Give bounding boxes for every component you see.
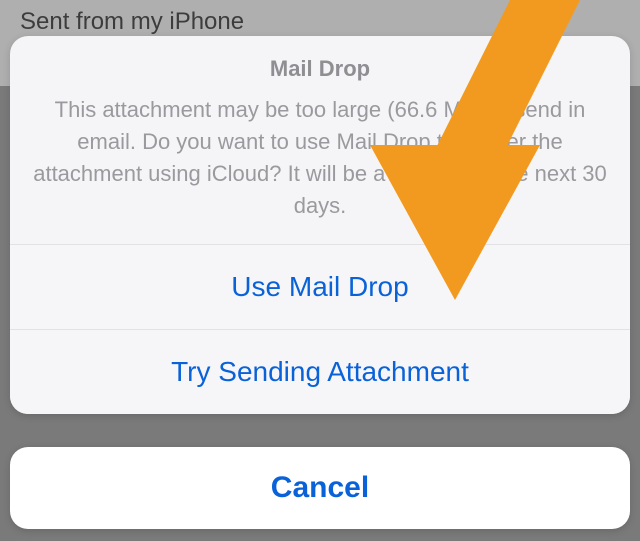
try-sending-button[interactable]: Try Sending Attachment bbox=[10, 329, 630, 414]
action-sheet-header: Mail Drop This attachment may be too lar… bbox=[10, 36, 630, 244]
cancel-button[interactable]: Cancel bbox=[10, 447, 630, 529]
dialog-title: Mail Drop bbox=[28, 56, 612, 82]
use-mail-drop-button[interactable]: Use Mail Drop bbox=[10, 244, 630, 329]
dialog-message: This attachment may be too large (66.6 M… bbox=[28, 94, 612, 222]
action-sheet: Mail Drop This attachment may be too lar… bbox=[10, 36, 630, 414]
